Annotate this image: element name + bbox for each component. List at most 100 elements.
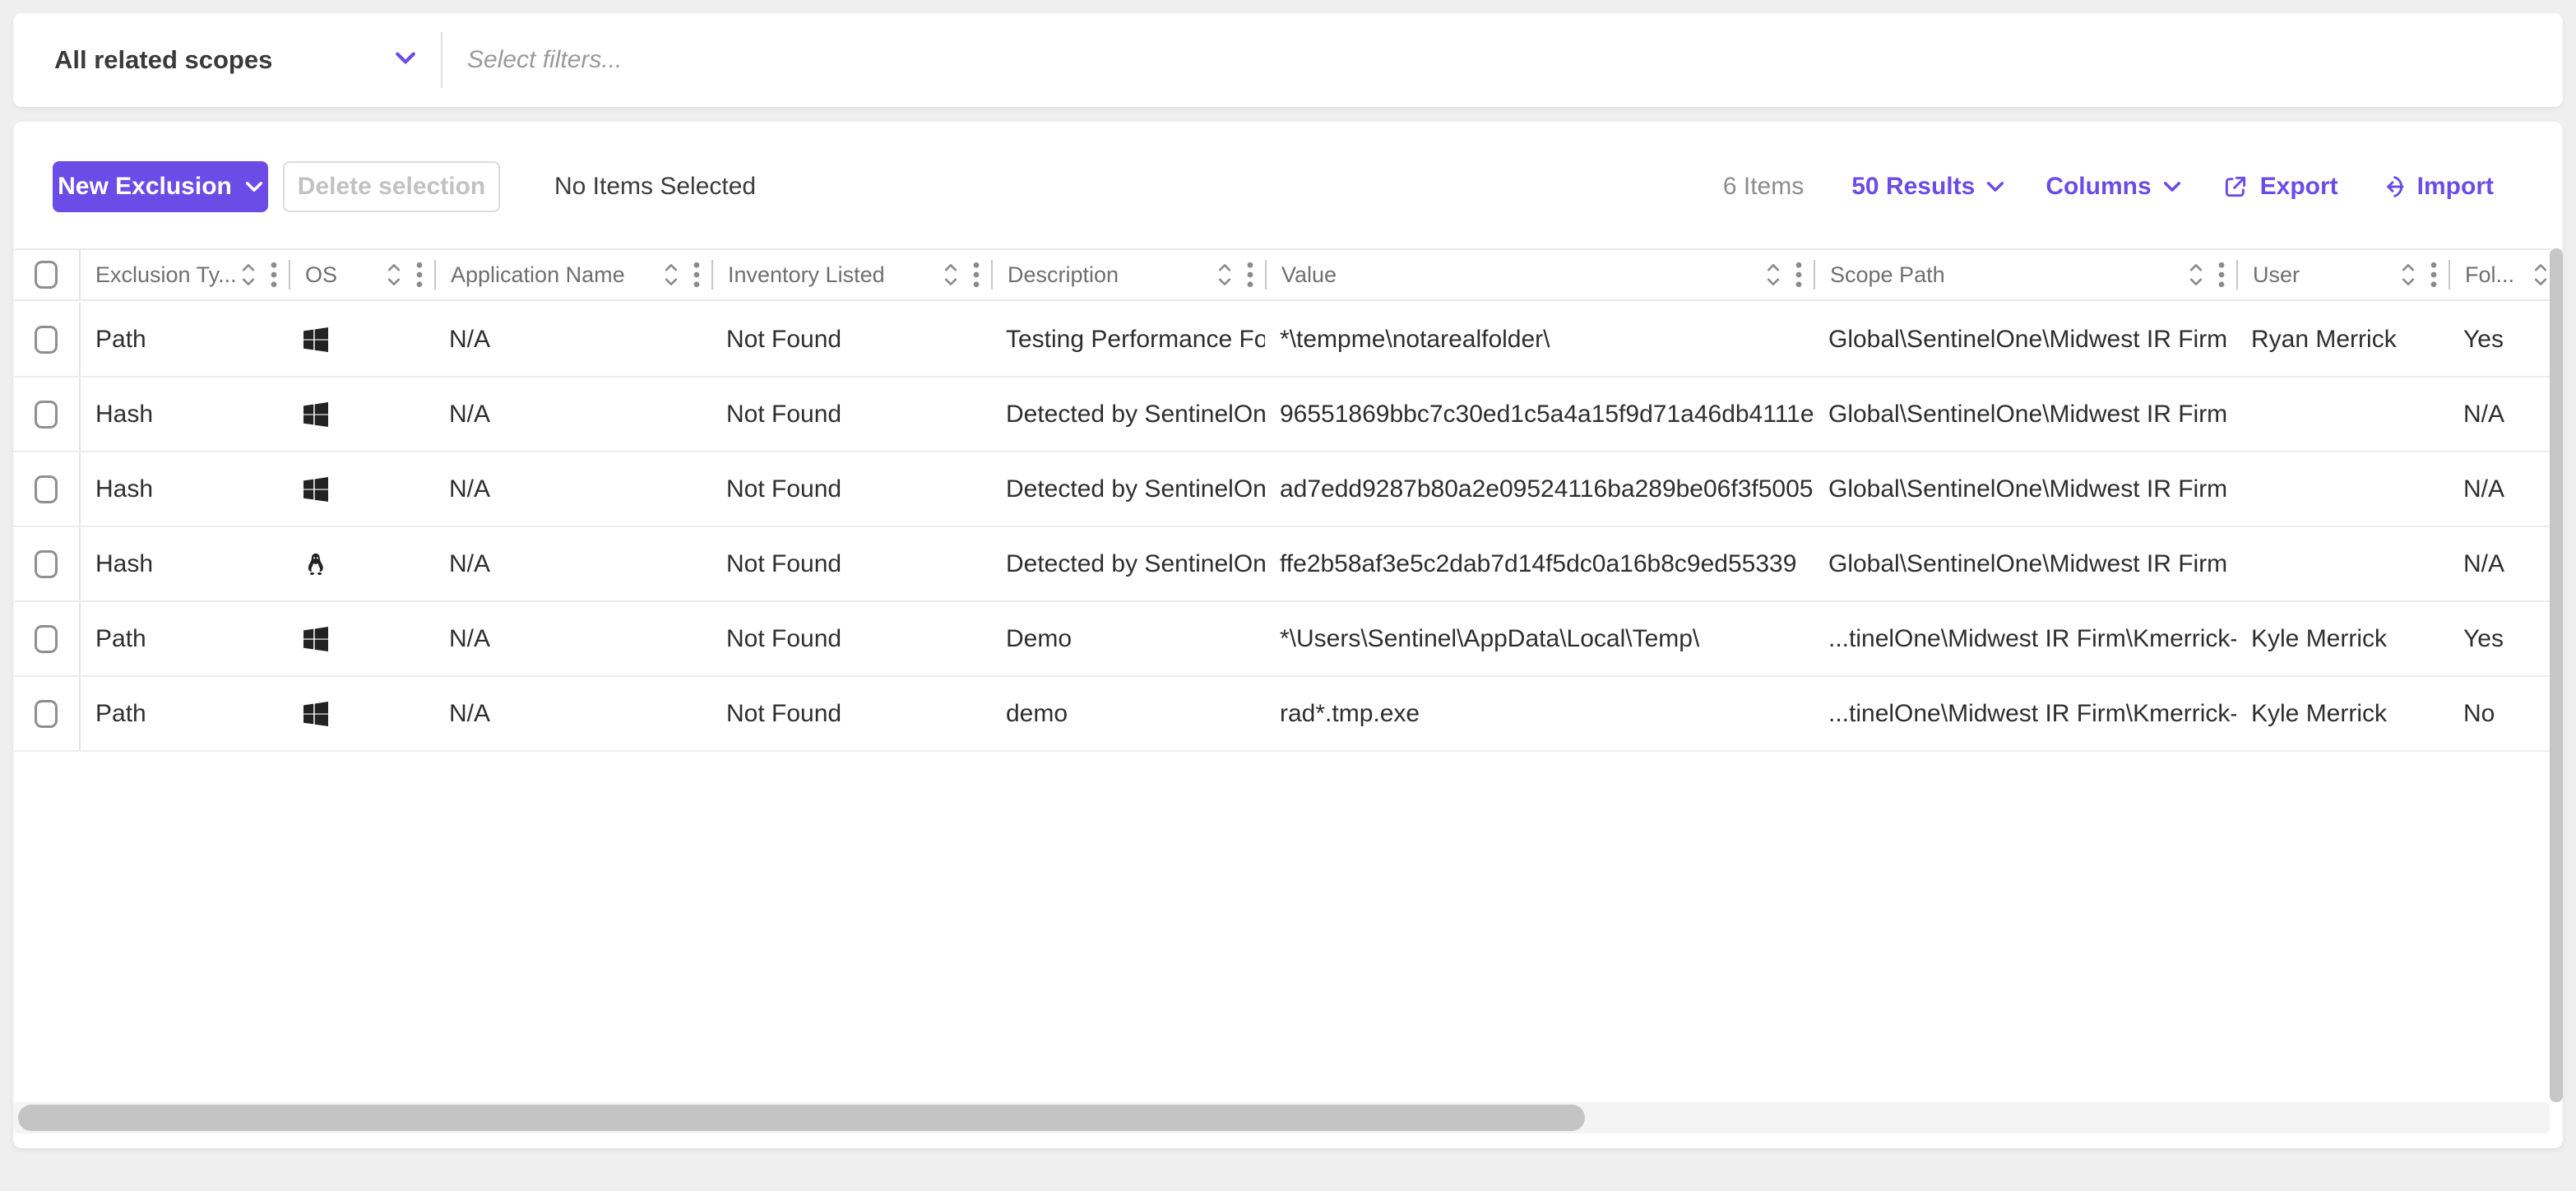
sort-icon[interactable] [1766, 262, 1781, 288]
cell-user [2236, 527, 2449, 600]
column-header-label: Application Name [436, 262, 625, 288]
filters-input[interactable] [442, 13, 2563, 107]
sort-icon[interactable] [241, 262, 256, 288]
table-toolbar: New Exclusion Delete selection No Items … [13, 161, 2563, 212]
sort-control[interactable] [1217, 262, 1232, 288]
sort-icon[interactable] [1217, 262, 1232, 288]
sort-icon[interactable] [2533, 262, 2548, 288]
cell-inventory-listed: Not Found [711, 378, 991, 451]
table-row[interactable]: Hash N/ANot FoundDetected by SentinelOne… [13, 527, 2550, 602]
cell-folder: Yes [2449, 602, 2548, 675]
sort-icon[interactable] [664, 262, 679, 288]
row-checkbox[interactable] [35, 326, 58, 354]
import-button[interactable]: Import [2379, 173, 2494, 201]
column-menu-icon[interactable] [1247, 261, 1253, 289]
column-menu-icon[interactable] [416, 261, 423, 289]
header-col-fol: Fol... [2449, 250, 2548, 299]
import-label: Import [2417, 173, 2494, 201]
row-checkbox[interactable] [35, 700, 58, 728]
cell-description: Detected by SentinelOne ... [991, 452, 1265, 526]
sort-icon[interactable] [943, 262, 958, 288]
column-menu[interactable] [1247, 261, 1253, 289]
sort-icon[interactable] [2401, 262, 2416, 288]
horizontal-scrollbar-thumb[interactable] [18, 1105, 1585, 1131]
column-menu[interactable] [271, 261, 277, 289]
sort-control[interactable] [664, 262, 679, 288]
sort-icon[interactable] [2189, 262, 2203, 288]
row-checkbox-cell [13, 527, 81, 600]
filter-bar: All related scopes [13, 13, 2563, 107]
scope-selector[interactable]: All related scopes [13, 45, 441, 75]
column-menu-icon[interactable] [973, 261, 980, 289]
cell-value: rad*.tmp.exe [1265, 677, 1814, 750]
sort-control[interactable] [2189, 262, 2203, 288]
sort-control[interactable] [241, 262, 256, 288]
cell-application-name: N/A [434, 303, 711, 376]
sort-control[interactable] [2401, 262, 2416, 288]
cell-os [289, 378, 434, 451]
new-exclusion-button[interactable]: New Exclusion [53, 161, 268, 212]
column-menu-icon[interactable] [2430, 261, 2437, 289]
cell-inventory-listed: Not Found [711, 602, 991, 675]
cell-application-name: N/A [434, 677, 711, 750]
cell-inventory-listed: Not Found [711, 452, 991, 526]
header-col-description: Description [991, 250, 1265, 299]
cell-os [289, 452, 434, 526]
cell-user: Ryan Merrick [2236, 303, 2449, 376]
sort-control[interactable] [1766, 262, 1781, 288]
cell-value: ffe2b58af3e5c2dab7d14f5dc0a16b8c9ed55339 [1265, 527, 1814, 600]
column-menu[interactable] [416, 261, 423, 289]
cell-os [289, 303, 434, 376]
cell-os [289, 602, 434, 675]
select-all-checkbox[interactable] [35, 261, 58, 289]
cell-description: Testing Performance Focu... [991, 303, 1265, 376]
row-checkbox[interactable] [35, 625, 58, 653]
sort-control[interactable] [943, 262, 958, 288]
export-button[interactable]: Export [2222, 173, 2338, 201]
vertical-scrollbar[interactable] [2550, 248, 2563, 1102]
import-icon [2379, 174, 2406, 200]
row-checkbox[interactable] [35, 475, 58, 503]
column-menu-icon[interactable] [693, 261, 700, 289]
header-col-user: User [2236, 250, 2449, 299]
column-header-label: Value [1267, 262, 1337, 288]
sort-control[interactable] [387, 262, 401, 288]
cell-scope-path: Global\SentinelOne\Midwest IR Firm [1814, 527, 2236, 600]
export-label: Export [2260, 173, 2338, 201]
row-checkbox-cell [13, 602, 81, 675]
sort-icon[interactable] [387, 262, 401, 288]
columns-dropdown[interactable]: Columns [2046, 173, 2180, 201]
column-menu[interactable] [1795, 261, 1802, 289]
cell-value: *\Users\Sentinel\AppData\Local\Temp\ [1265, 602, 1814, 675]
cell-exclusion-type: Hash [81, 527, 289, 600]
column-menu[interactable] [2430, 261, 2437, 289]
results-per-page-dropdown[interactable]: 50 Results [1851, 173, 2004, 201]
column-menu-icon[interactable] [2218, 261, 2225, 289]
header-col-os: OS [289, 250, 434, 299]
cell-inventory-listed: Not Found [711, 677, 991, 750]
table-row[interactable]: Path N/ANot FoundDemo*\Users\Sentinel\Ap… [13, 602, 2550, 677]
cell-scope-path: Global\SentinelOne\Midwest IR Firm [1814, 452, 2236, 526]
table-row[interactable]: Hash N/ANot FoundDetected by SentinelOne… [13, 378, 2550, 452]
table-row[interactable]: Hash N/ANot FoundDetected by SentinelOne… [13, 452, 2550, 527]
column-menu-icon[interactable] [1795, 261, 1802, 289]
horizontal-scrollbar[interactable] [13, 1102, 2550, 1133]
sort-control[interactable] [2533, 262, 2548, 288]
cell-description: Detected by SentinelOne ... [991, 378, 1265, 451]
delete-selection-button[interactable]: Delete selection [283, 161, 500, 212]
row-checkbox[interactable] [35, 550, 58, 578]
column-menu-icon[interactable] [271, 261, 277, 289]
column-menu[interactable] [2218, 261, 2225, 289]
linux-icon [303, 552, 328, 577]
items-count: 6 Items [1723, 173, 1804, 201]
column-menu[interactable] [973, 261, 980, 289]
row-checkbox[interactable] [35, 401, 58, 429]
table-row[interactable]: Path N/ANot Founddemorad*.tmp.exe...tine… [13, 677, 2550, 752]
header-col-value: Value [1265, 250, 1814, 299]
vertical-scrollbar-thumb[interactable] [2550, 248, 2563, 1102]
table-row[interactable]: Path N/ANot FoundTesting Performance Foc… [13, 303, 2550, 378]
column-header-label: User [2238, 262, 2300, 288]
column-menu[interactable] [693, 261, 700, 289]
cell-scope-path: ...tinelOne\Midwest IR Firm\Kmerrick-Hal… [1814, 602, 2236, 675]
cell-exclusion-type: Path [81, 303, 289, 376]
